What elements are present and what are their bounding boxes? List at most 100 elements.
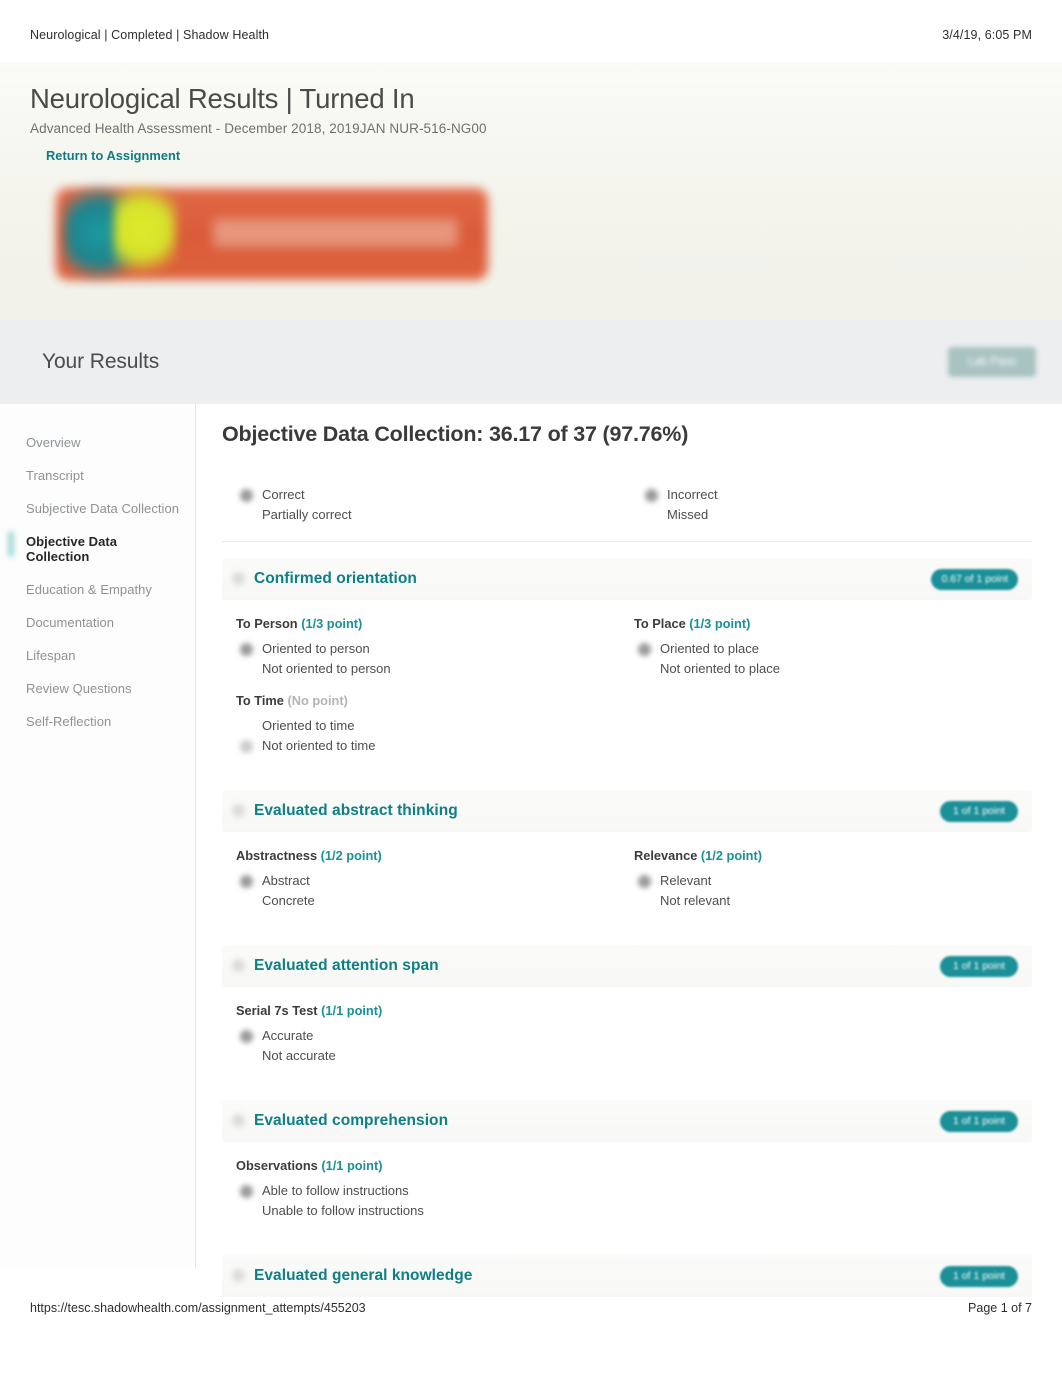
subsection: Observations (1/1 point) Able to follow i…	[236, 1158, 634, 1221]
sidebar-item-self-reflection[interactable]: Self-Reflection	[0, 705, 195, 738]
print-header: Neurological | Completed | Shadow Health…	[0, 28, 1062, 42]
legend-item: Partially correct	[240, 505, 627, 525]
section-body: Observations (1/1 point) Able to follow i…	[222, 1142, 1032, 1251]
option-row: Able to follow instructions	[236, 1181, 618, 1201]
subsection-grid: Abstractness (1/2 point) Abstract Concrete…	[236, 848, 1032, 925]
sidebar-item-transcript[interactable]: Transcript	[0, 459, 195, 492]
option-marker-icon	[638, 642, 651, 656]
sidebar-item-review-questions[interactable]: Review Questions	[0, 672, 195, 705]
option-label: Able to follow instructions	[262, 1183, 409, 1198]
results-sidebar: Overview Transcript Subjective Data Collec…	[0, 404, 196, 1268]
shadow-health-logo	[48, 175, 508, 300]
option-label: Not accurate	[262, 1048, 336, 1063]
option-row: Not oriented to time	[236, 736, 618, 756]
sidebar-item-label: Transcript	[26, 468, 84, 483]
logo-wordmark-shape	[213, 219, 458, 247]
section-point-badge: 0.67 of 1 point	[931, 568, 1018, 590]
your-results-bar: Your Results Lab Pass	[0, 320, 1062, 404]
sidebar-item-label: Review Questions	[26, 681, 132, 696]
content-area: Overview Transcript Subjective Data Collec…	[0, 404, 1062, 1297]
option-marker-icon	[240, 642, 253, 656]
option-marker-icon	[638, 874, 651, 888]
section-title: Confirmed orientation	[254, 570, 417, 587]
section-header[interactable]: Evaluated comprehension 1 of 1 point	[222, 1100, 1032, 1142]
legend-item-label: Correct	[262, 487, 305, 502]
subsection-points: (1/1 point)	[321, 1158, 383, 1173]
section-header[interactable]: Evaluated general knowledge 1 of 1 point	[222, 1255, 1032, 1297]
option-marker-icon	[240, 1184, 253, 1198]
section-point-badge: 1 of 1 point	[940, 1110, 1018, 1132]
subsection-points: (No point)	[287, 693, 348, 708]
option-label: Relevant	[660, 873, 712, 888]
option-marker-icon	[240, 720, 253, 733]
legend-marker-icon	[240, 488, 253, 502]
option-label: Not oriented to person	[262, 661, 391, 676]
section-title: Evaluated attention span	[254, 957, 439, 974]
section-point-badge: 1 of 1 point	[940, 800, 1018, 822]
sidebar-item-label: Objective Data Collection	[26, 534, 118, 564]
legend-column-left: Correct Partially correct	[222, 485, 627, 525]
subsection: Serial 7s Test (1/1 point) Accurate Not ac…	[236, 1003, 634, 1066]
option-marker-icon	[240, 739, 253, 753]
subsection-name: Relevance	[634, 848, 698, 863]
results-page: Neurological | Completed | Shadow Health…	[0, 0, 1062, 1377]
section-header[interactable]: Evaluated attention span 1 of 1 point	[222, 945, 1032, 987]
subsection-points: (1/3 point)	[689, 616, 751, 631]
sidebar-item-objective-data-collection[interactable]: Objective Data Collection	[0, 525, 195, 573]
section-body: To Person (1/3 point) Oriented to person N…	[222, 600, 1032, 786]
subsection: To Place (1/3 point) Oriented to place Not…	[634, 616, 1032, 679]
lab-pass-button[interactable]: Lab Pass	[948, 347, 1036, 377]
subsection-title: Abstractness (1/2 point)	[236, 848, 618, 863]
return-to-assignment-link[interactable]: Return to Assignment	[46, 148, 180, 163]
option-label: Not oriented to place	[660, 661, 780, 676]
option-row: Oriented to place	[634, 639, 1016, 659]
section-title: Evaluated comprehension	[254, 1112, 449, 1129]
option-marker-icon	[240, 1050, 253, 1063]
option-label: Unable to follow instructions	[262, 1203, 424, 1218]
subsection-points: (1/1 point)	[321, 1003, 383, 1018]
result-section: Evaluated general knowledge 1 of 1 point	[222, 1255, 1032, 1297]
option-row: Concrete	[236, 891, 618, 911]
option-row: Not accurate	[236, 1046, 618, 1066]
option-row: Not oriented to place	[634, 659, 1016, 679]
option-marker-icon	[638, 663, 651, 676]
sections-list: Confirmed orientation 0.67 of 1 point To P…	[222, 558, 1032, 1297]
option-row: Oriented to person	[236, 639, 618, 659]
option-marker-icon	[240, 1029, 253, 1043]
print-header-title: Neurological | Completed | Shadow Health	[30, 28, 270, 42]
score-legend: Correct Partially correct Incorrect Missed	[222, 471, 1032, 542]
section-header[interactable]: Evaluated abstract thinking 1 of 1 point	[222, 790, 1032, 832]
subsection-title: To Place (1/3 point)	[634, 616, 1016, 631]
option-row: Not relevant	[634, 891, 1016, 911]
option-label: Not relevant	[660, 893, 731, 908]
sidebar-item-label: Self-Reflection	[26, 714, 112, 729]
section-body: Abstractness (1/2 point) Abstract Concrete…	[222, 832, 1032, 941]
print-footer-url: https://tesc.shadowhealth.com/assignment…	[30, 1301, 366, 1315]
option-label: Oriented to time	[262, 718, 355, 733]
option-label: Oriented to person	[262, 641, 370, 656]
legend-item: Correct	[240, 485, 627, 505]
subsection-name: Serial 7s Test	[236, 1003, 318, 1018]
legend-item: Incorrect	[645, 485, 1032, 505]
sidebar-item-lifespan[interactable]: Lifespan	[0, 639, 195, 672]
subsection: To Time (No point) Oriented to time Not or…	[236, 693, 634, 756]
print-footer: https://tesc.shadowhealth.com/assignment…	[0, 1301, 1062, 1315]
result-section: Evaluated attention span 1 of 1 point Seri…	[222, 945, 1032, 1096]
legend-item-label: Partially correct	[262, 507, 352, 522]
option-label: Accurate	[262, 1028, 314, 1043]
subsection-title: Observations (1/1 point)	[236, 1158, 618, 1173]
subsection: To Person (1/3 point) Oriented to person N…	[236, 616, 634, 679]
logo-puzzle-yellow-icon	[114, 175, 176, 283]
page-title: Neurological Results | Turned In	[30, 83, 415, 114]
sidebar-item-label: Documentation	[26, 615, 115, 630]
result-section: Evaluated abstract thinking 1 of 1 point A…	[222, 790, 1032, 941]
sidebar-item-documentation[interactable]: Documentation	[0, 606, 195, 639]
section-title: Evaluated abstract thinking	[254, 802, 458, 819]
sidebar-item-overview[interactable]: Overview	[0, 426, 195, 459]
sidebar-item-education-empathy[interactable]: Education & Empathy	[0, 573, 195, 606]
section-header[interactable]: Confirmed orientation 0.67 of 1 point	[222, 558, 1032, 600]
subsection: Abstractness (1/2 point) Abstract Concrete	[236, 848, 634, 911]
sidebar-item-subjective-data-collection[interactable]: Subjective Data Collection	[0, 492, 195, 525]
option-marker-icon	[240, 663, 253, 676]
legend-item-label: Incorrect	[667, 487, 718, 502]
